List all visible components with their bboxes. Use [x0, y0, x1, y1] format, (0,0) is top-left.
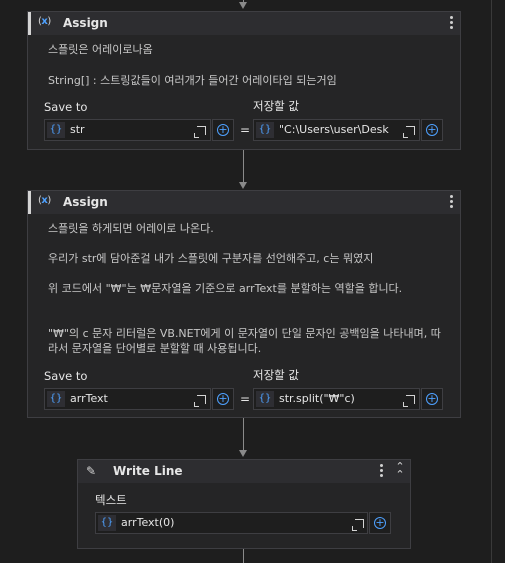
add-variable-button[interactable]: + — [212, 119, 234, 141]
value-label: 저장할 값 — [253, 99, 299, 113]
add-value-button[interactable]: + — [421, 388, 443, 410]
plus-icon: + — [217, 123, 229, 136]
assign-icon: (x) — [38, 16, 51, 27]
more-options-icon[interactable] — [448, 15, 454, 31]
text-expression: arrText(0) — [121, 516, 175, 529]
plus-icon: + — [426, 392, 438, 405]
assign-icon: (x) — [38, 195, 51, 206]
connector-line — [243, 549, 244, 563]
annotation-line: 스플릿을 하게되면 어레이로 나온다. — [48, 222, 214, 235]
activity-header[interactable]: ✎ Write Line ⌃ ⌃ — [78, 460, 410, 483]
activity-header[interactable]: (x) Assign — [28, 191, 460, 214]
collapse-icon[interactable]: ⌃ ⌃ — [394, 461, 406, 480]
text-field[interactable]: {} arrText(0) — [95, 512, 368, 534]
expand-editor-icon[interactable] — [403, 395, 415, 407]
add-variable-button[interactable]: + — [212, 388, 234, 410]
equals-sign: = — [240, 392, 251, 406]
write-line-activity[interactable]: ✎ Write Line ⌃ ⌃ 텍스트 {} arrText(0) + — [77, 459, 411, 549]
save-to-value: str — [70, 123, 85, 136]
activity-header[interactable]: (x) Assign — [28, 12, 460, 35]
annotation-line: String[] : 스트링값들이 여러개가 들어간 어레이타입 되는거임 — [48, 74, 337, 87]
plus-icon: + — [217, 392, 229, 405]
value-field[interactable]: {} str.split("₩"c) — [253, 388, 420, 410]
assign-activity-1[interactable]: (x) Assign 스플릿은 어레이로나옴 String[] : 스트링값들이… — [27, 11, 461, 150]
value-expression: str.split("₩"c) — [279, 392, 355, 405]
expand-editor-icon[interactable] — [352, 519, 364, 531]
workflow-canvas[interactable]: (x) Assign 스플릿은 어레이로나옴 String[] : 스트링값들이… — [0, 0, 505, 563]
annotation-line: 위 코드에서 "₩"는 ₩문자열을 기준으로 arrText를 분할하는 역할을… — [48, 282, 403, 295]
save-to-label: Save to — [44, 100, 88, 114]
annotation-line: 스플릿은 어레이로나옴 — [48, 43, 153, 56]
add-value-button[interactable]: + — [369, 512, 391, 534]
save-to-field[interactable]: {} arrText — [44, 388, 211, 410]
activity-title: Write Line — [113, 464, 183, 478]
write-line-icon: ✎ — [86, 464, 97, 478]
annotation-line: "₩"의 c 문자 리터럴은 VB.NET에게 이 문자열이 단일 문자인 공백… — [48, 327, 441, 355]
value-expression: "C:\Users\user\Desk — [279, 123, 389, 136]
vb-expression-icon: {} — [47, 391, 65, 407]
more-options-icon[interactable] — [378, 463, 384, 479]
vb-expression-icon: {} — [256, 122, 274, 138]
activity-title: Assign — [63, 16, 108, 30]
plus-icon: + — [374, 516, 386, 529]
connector-line — [243, 150, 244, 184]
vb-expression-icon: {} — [256, 391, 274, 407]
expand-editor-icon[interactable] — [194, 126, 206, 138]
canvas-border — [491, 0, 492, 563]
annotation-line: 우리가 str에 담아준걸 내가 스플릿에 구분자를 선언해주고, c는 뭐였지 — [48, 252, 374, 265]
expand-editor-icon[interactable] — [403, 126, 415, 138]
connector-arrow-icon — [239, 450, 247, 457]
save-to-field[interactable]: {} str — [44, 119, 211, 141]
connector-arrow-icon — [239, 182, 247, 189]
value-label: 저장할 값 — [253, 368, 299, 382]
expand-editor-icon[interactable] — [194, 395, 206, 407]
connector-line — [243, 418, 244, 452]
value-field[interactable]: {} "C:\Users\user\Desk — [253, 119, 420, 141]
save-to-label: Save to — [44, 369, 88, 383]
equals-sign: = — [240, 123, 251, 137]
activity-title: Assign — [63, 195, 108, 209]
plus-icon: + — [426, 123, 438, 136]
vb-expression-icon: {} — [47, 122, 65, 138]
vb-expression-icon: {} — [98, 515, 116, 531]
connector-arrow-icon — [239, 2, 247, 9]
assign-activity-2[interactable]: (x) Assign 스플릿을 하게되면 어레이로 나온다. 우리가 str에 … — [27, 190, 461, 418]
save-to-value: arrText — [70, 392, 108, 405]
more-options-icon[interactable] — [448, 194, 454, 210]
add-value-button[interactable]: + — [421, 119, 443, 141]
text-label: 텍스트 — [95, 493, 127, 507]
